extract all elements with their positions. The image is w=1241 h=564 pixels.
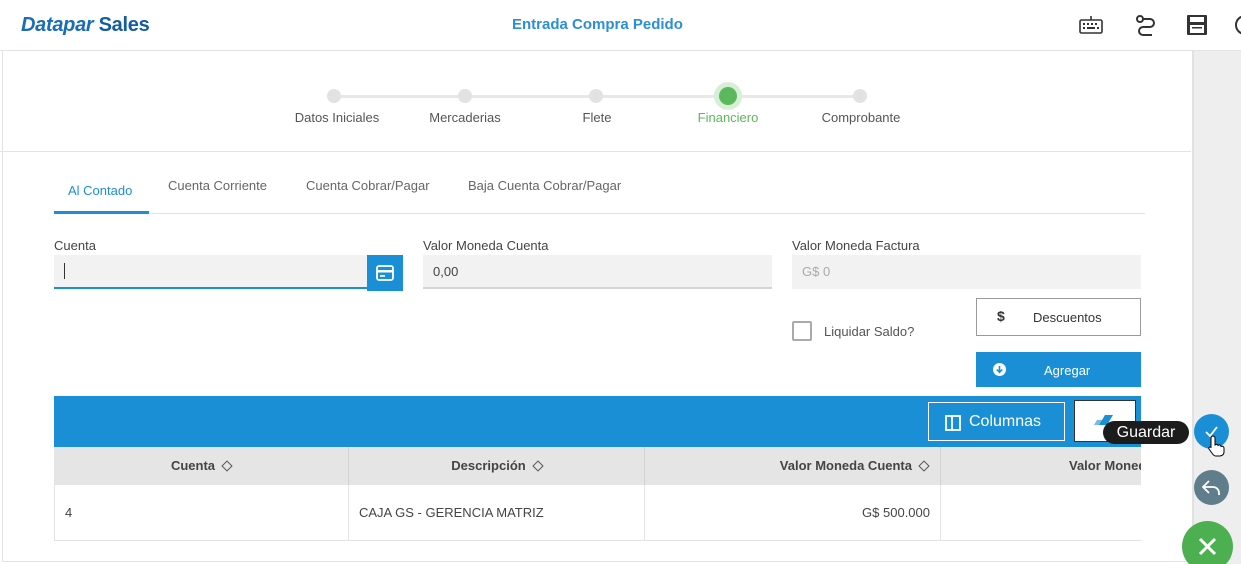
- cuenta-lookup-button[interactable]: [367, 255, 403, 291]
- valor-moneda-cuenta-field[interactable]: 0,00: [423, 255, 772, 289]
- cell-valor-moneda-cuenta: G$ 500.000: [645, 485, 941, 540]
- tab-bar: Al Contado Cuenta Corriente Cuenta Cobra…: [54, 152, 1145, 214]
- tab-al-contado[interactable]: Al Contado: [68, 183, 132, 198]
- column-header-label: Valor Moneda Cuenta: [779, 458, 912, 473]
- liquidar-saldo-checkbox[interactable]: [792, 321, 812, 341]
- step-label-comprobante[interactable]: Comprobante: [822, 110, 901, 125]
- tab-cuenta-corriente[interactable]: Cuenta Corriente: [168, 178, 267, 193]
- grid-toolbar: Columnas: [54, 396, 1141, 447]
- app-header: Datapar Sales Entrada Compra Pedido: [0, 0, 1241, 51]
- valor-moneda-factura-field: G$ 0: [792, 255, 1141, 289]
- cell-cuenta: 4: [55, 485, 349, 540]
- column-header-descripcion[interactable]: Descripción: [349, 447, 645, 485]
- column-header-valor-moneda-factura[interactable]: Valor Moneda Factura: [941, 447, 1141, 485]
- step-label-mercaderias[interactable]: Mercaderias: [429, 110, 501, 125]
- close-fab-button[interactable]: [1182, 521, 1233, 564]
- table-row[interactable]: 4 CAJA GS - GERENCIA MATRIZ G$ 500.000: [54, 485, 1141, 541]
- credit-card-icon: [376, 265, 394, 281]
- dollar-icon: $: [997, 308, 1005, 324]
- save-disk-icon[interactable]: [1185, 13, 1209, 37]
- logo-text-italic: Datapar: [21, 14, 94, 36]
- tab-cuenta-cobrar-pagar[interactable]: Cuenta Cobrar/Pagar: [306, 178, 430, 193]
- arrow-circle-down-icon: [993, 363, 1006, 376]
- sort-icon: [918, 460, 930, 472]
- reply-icon: [1202, 480, 1220, 495]
- grid-header: Cuenta Descripción Valor Moneda Cuenta V…: [54, 447, 1141, 485]
- step-dot-datos-iniciales[interactable]: [327, 89, 341, 103]
- cell-descripcion: CAJA GS - GERENCIA MATRIZ: [349, 485, 645, 540]
- valor-moneda-factura-label: Valor Moneda Factura: [792, 238, 920, 253]
- valor-moneda-cuenta-label: Valor Moneda Cuenta: [423, 238, 549, 253]
- agregar-button-label: Agregar: [1044, 363, 1091, 378]
- undo-fab-button[interactable]: [1194, 470, 1229, 505]
- wizard-stepper: Datos Iniciales Mercaderias Flete Financ…: [0, 51, 1191, 152]
- hand-pointer-cursor-icon: [1208, 435, 1225, 457]
- column-header-cuenta[interactable]: Cuenta: [54, 447, 349, 485]
- active-tab-indicator: [54, 211, 149, 214]
- cell-valor-moneda-factura: [941, 485, 1141, 540]
- step-dot-flete[interactable]: [589, 89, 603, 103]
- cuenta-label: Cuenta: [54, 238, 96, 253]
- column-header-valor-moneda-cuenta[interactable]: Valor Moneda Cuenta: [645, 447, 941, 485]
- agregar-button[interactable]: Agregar: [976, 352, 1141, 387]
- columnas-button-label: Columnas: [969, 413, 1042, 430]
- columnas-button[interactable]: Columnas: [928, 402, 1065, 441]
- column-header-label: Cuenta: [170, 458, 216, 473]
- step-dot-financiero[interactable]: [719, 87, 737, 105]
- logo-text-bold: Sales: [98, 14, 150, 36]
- step-label-financiero[interactable]: Financiero: [698, 110, 759, 125]
- step-dot-comprobante[interactable]: [853, 89, 867, 103]
- descuentos-button-label: Descuentos: [1033, 310, 1102, 325]
- cuenta-input[interactable]: [54, 255, 367, 289]
- page-title: Entrada Compra Pedido: [512, 16, 683, 33]
- column-header-label: Valor Moneda Factura: [1069, 458, 1141, 473]
- app-logo[interactable]: Datapar Sales: [21, 14, 150, 37]
- step-label-flete[interactable]: Flete: [583, 110, 612, 125]
- columns-icon: [945, 415, 961, 431]
- route-icon[interactable]: [1134, 13, 1158, 37]
- step-label-datos-iniciales[interactable]: Datos Iniciales: [295, 110, 380, 125]
- sort-icon: [532, 460, 544, 472]
- step-dot-mercaderias[interactable]: [458, 89, 472, 103]
- text-caret: [64, 263, 65, 279]
- clock-icon[interactable]: [1233, 13, 1241, 37]
- descuentos-button[interactable]: $ Descuentos: [976, 298, 1141, 336]
- column-header-label: Descripción: [451, 458, 526, 473]
- keyboard-icon[interactable]: [1079, 13, 1103, 37]
- sort-icon: [221, 460, 233, 472]
- close-icon: [1198, 537, 1217, 556]
- tab-baja-cuenta-cobrar-pagar[interactable]: Baja Cuenta Cobrar/Pagar: [468, 178, 621, 193]
- guardar-tooltip: Guardar: [1103, 421, 1189, 444]
- liquidar-saldo-label[interactable]: Liquidar Saldo?: [824, 324, 914, 339]
